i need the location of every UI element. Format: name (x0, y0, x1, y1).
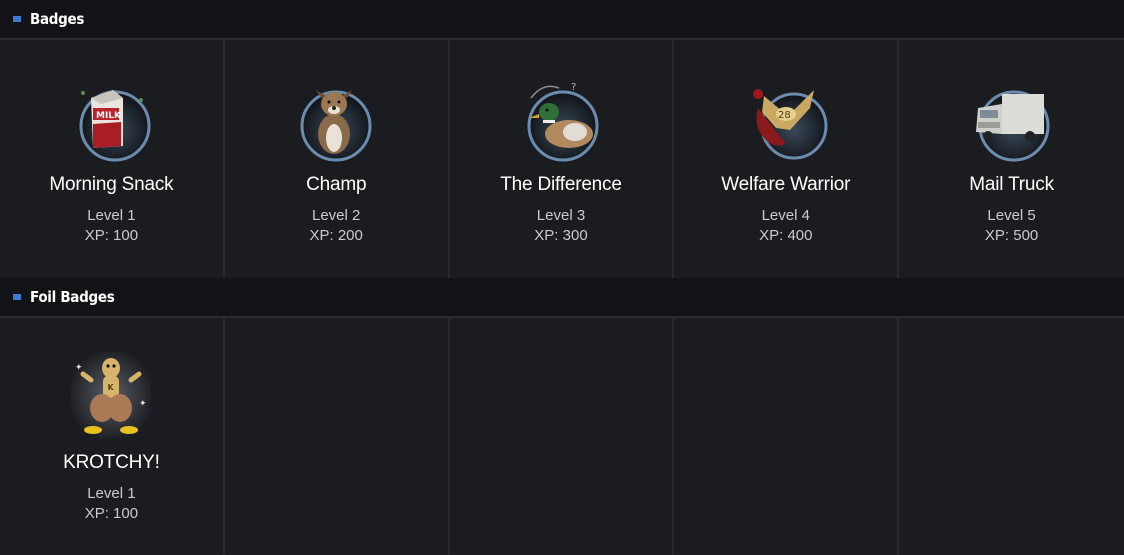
foil-badges-grid: K ✦ ✦ KROTCHY! Level 1 XP: 100 (0, 318, 1124, 554)
section-title: Foil Badges (30, 288, 115, 306)
empty-badge-slot (225, 318, 450, 554)
badge-level: Level 4 (761, 207, 810, 224)
milk-carton-icon: MILK (79, 90, 151, 162)
badge-card-welfare-warrior[interactable]: 28 Welfare Warrior Level 4 XP: 400 (674, 40, 900, 278)
badge-xp: XP: 200 (309, 227, 363, 244)
foil-badges-section-header: Foil Badges (0, 278, 1124, 318)
badge-level: Level 1 (87, 485, 136, 502)
empty-badge-slot (674, 318, 900, 554)
svg-text:28: 28 (778, 110, 791, 121)
badge-card-the-difference[interactable]: ? The Difference Level 3 XP: 300 (450, 40, 675, 278)
section-marker-icon (13, 294, 21, 300)
section-marker-icon (13, 16, 21, 22)
badge-xp: XP: 300 (534, 227, 588, 244)
badge-name: KROTCHY! (63, 452, 160, 473)
svg-text:?: ? (571, 82, 576, 93)
badge-xp: XP: 100 (84, 227, 139, 244)
svg-text:K: K (108, 383, 115, 392)
badge-name: Morning Snack (49, 174, 174, 195)
badge-name: The Difference (500, 174, 622, 195)
badge-card-mail-truck[interactable]: Mail Truck Level 5 XP: 500 (899, 40, 1124, 278)
badge-name: Mail Truck (969, 174, 1054, 195)
badge-level: Level 2 (312, 207, 361, 224)
badge-xp: XP: 100 (84, 505, 139, 522)
duck-icon: ? (527, 82, 599, 162)
badge-card-krotchy[interactable]: K ✦ ✦ KROTCHY! Level 1 XP: 100 (0, 318, 225, 554)
badge-name: Welfare Warrior (721, 174, 851, 195)
empty-badge-slot (450, 318, 675, 554)
badge-card-champ[interactable]: Champ Level 2 XP: 200 (225, 40, 450, 278)
krotchy-icon: K ✦ ✦ (71, 352, 152, 438)
svg-text:✦: ✦ (75, 363, 83, 373)
badges-grid: MILK Morning Snack Level 1 XP: 100 Champ… (0, 40, 1124, 278)
badge-xp: XP: 400 (759, 227, 813, 244)
empty-badge-slot (899, 318, 1124, 554)
badge-card-morning-snack[interactable]: MILK Morning Snack Level 1 XP: 100 (0, 40, 225, 278)
badge-xp: XP: 500 (984, 227, 1039, 244)
badges-section-header: Badges (0, 0, 1124, 40)
badge-level: Level 1 (87, 207, 136, 224)
badge-name: Champ (306, 174, 367, 195)
mail-truck-icon (975, 90, 1050, 162)
svg-text:✦: ✦ (139, 399, 147, 409)
dog-icon (300, 90, 372, 162)
badge-level: Level 3 (536, 207, 586, 224)
svg-text:MILK: MILK (96, 111, 122, 121)
section-title: Badges (30, 10, 85, 28)
badge-28-icon: 28 (752, 89, 828, 160)
badge-level: Level 5 (987, 207, 1036, 224)
